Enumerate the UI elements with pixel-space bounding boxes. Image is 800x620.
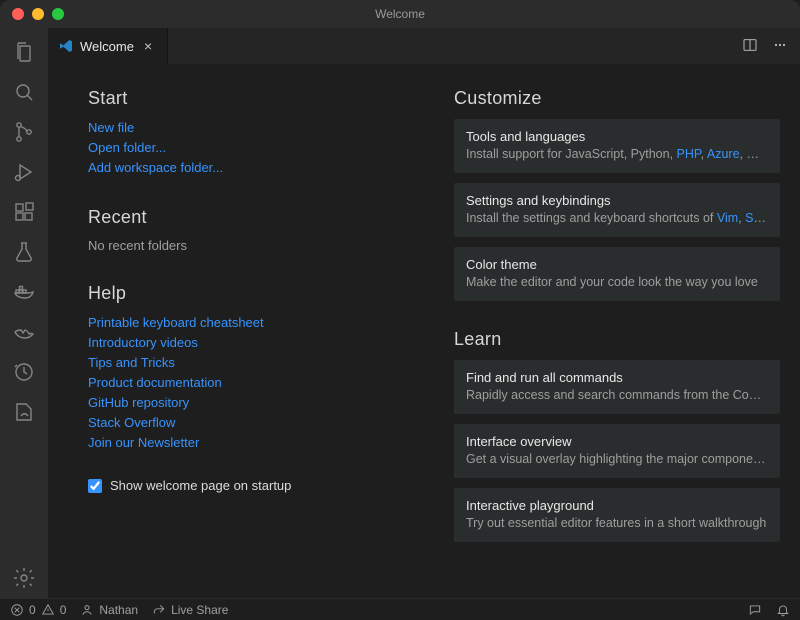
start-heading: Start — [88, 88, 414, 109]
learn-card-commands[interactable]: Find and run all commands Rapidly access… — [454, 360, 780, 414]
tab-close-icon[interactable]: × — [140, 38, 156, 54]
titlebar: Welcome — [0, 0, 800, 28]
learn-card-overview[interactable]: Interface overview Get a visual overlay … — [454, 424, 780, 478]
tab-bar: Welcome × — [48, 28, 800, 64]
status-liveshare[interactable]: Live Share — [152, 603, 228, 617]
vscode-icon — [58, 38, 74, 54]
card-title: Find and run all commands — [466, 370, 768, 385]
customize-card-tools[interactable]: Tools and languages Install support for … — [454, 119, 780, 173]
docker-icon[interactable] — [0, 272, 48, 312]
card-title: Interface overview — [466, 434, 768, 449]
welcome-page: Start New file Open folder... Add worksp… — [48, 64, 800, 598]
card-desc: Install support for JavaScript, Python, … — [466, 147, 768, 161]
help-link-github[interactable]: GitHub repository — [88, 394, 414, 412]
window-title: Welcome — [0, 7, 800, 21]
customize-card-theme[interactable]: Color theme Make the editor and your cod… — [454, 247, 780, 301]
help-link-stackoverflow[interactable]: Stack Overflow — [88, 414, 414, 432]
minimize-window-button[interactable] — [32, 8, 44, 20]
status-user[interactable]: Nathan — [80, 603, 138, 617]
person-icon — [80, 603, 94, 617]
settings-gear-icon[interactable] — [0, 558, 48, 598]
customize-heading: Customize — [454, 88, 780, 109]
status-warnings-count: 0 — [60, 603, 67, 617]
card-title: Settings and keybindings — [466, 193, 768, 208]
card-desc: Try out essential editor features in a s… — [466, 516, 768, 530]
card-title: Tools and languages — [466, 129, 768, 144]
share-extension-icon[interactable] — [0, 392, 48, 432]
card-desc: Make the editor and your code look the w… — [466, 275, 768, 289]
liveshare-icon — [152, 603, 166, 617]
extensions-icon[interactable] — [0, 192, 48, 232]
run-debug-icon[interactable] — [0, 152, 48, 192]
tab-welcome[interactable]: Welcome × — [48, 28, 168, 64]
card-desc: Get a visual overlay highlighting the ma… — [466, 452, 768, 466]
status-bell-icon[interactable] — [776, 603, 790, 617]
card-desc: Rapidly access and search commands from … — [466, 388, 768, 402]
whale-extension-icon[interactable] — [0, 312, 48, 352]
show-welcome-label: Show welcome page on startup — [110, 478, 291, 493]
error-icon — [10, 603, 24, 617]
status-problems[interactable]: 0 0 — [10, 603, 66, 617]
card-title: Interactive playground — [466, 498, 768, 513]
learn-card-playground[interactable]: Interactive playground Try out essential… — [454, 488, 780, 542]
help-link-newsletter[interactable]: Join our Newsletter — [88, 434, 414, 452]
traffic-lights — [12, 8, 64, 20]
warning-icon — [41, 603, 55, 617]
card-desc: Install the settings and keyboard shortc… — [466, 211, 768, 225]
explorer-icon[interactable] — [0, 32, 48, 72]
tab-label: Welcome — [80, 39, 134, 54]
help-link-videos[interactable]: Introductory videos — [88, 334, 414, 352]
maximize-window-button[interactable] — [52, 8, 64, 20]
help-heading: Help — [88, 283, 414, 304]
status-errors-count: 0 — [29, 603, 36, 617]
testing-icon[interactable] — [0, 232, 48, 272]
source-control-icon[interactable] — [0, 112, 48, 152]
timeline-icon[interactable] — [0, 352, 48, 392]
status-user-name: Nathan — [99, 603, 138, 617]
help-link-tips[interactable]: Tips and Tricks — [88, 354, 414, 372]
status-feedback-icon[interactable] — [748, 603, 762, 617]
status-bar: 0 0 Nathan Live Share — [0, 598, 800, 620]
learn-heading: Learn — [454, 329, 780, 350]
search-icon[interactable] — [0, 72, 48, 112]
start-link-add-workspace[interactable]: Add workspace folder... — [88, 159, 414, 177]
status-liveshare-label: Live Share — [171, 603, 228, 617]
more-actions-icon[interactable] — [772, 37, 788, 56]
recent-empty: No recent folders — [88, 238, 414, 253]
start-link-new-file[interactable]: New file — [88, 119, 414, 137]
help-link-cheatsheet[interactable]: Printable keyboard cheatsheet — [88, 314, 414, 332]
customize-card-keybindings[interactable]: Settings and keybindings Install the set… — [454, 183, 780, 237]
activity-bar — [0, 28, 48, 598]
show-welcome-checkbox[interactable] — [88, 479, 102, 493]
help-link-docs[interactable]: Product documentation — [88, 374, 414, 392]
start-link-open-folder[interactable]: Open folder... — [88, 139, 414, 157]
recent-heading: Recent — [88, 207, 414, 228]
close-window-button[interactable] — [12, 8, 24, 20]
card-title: Color theme — [466, 257, 768, 272]
split-editor-icon[interactable] — [742, 37, 758, 56]
